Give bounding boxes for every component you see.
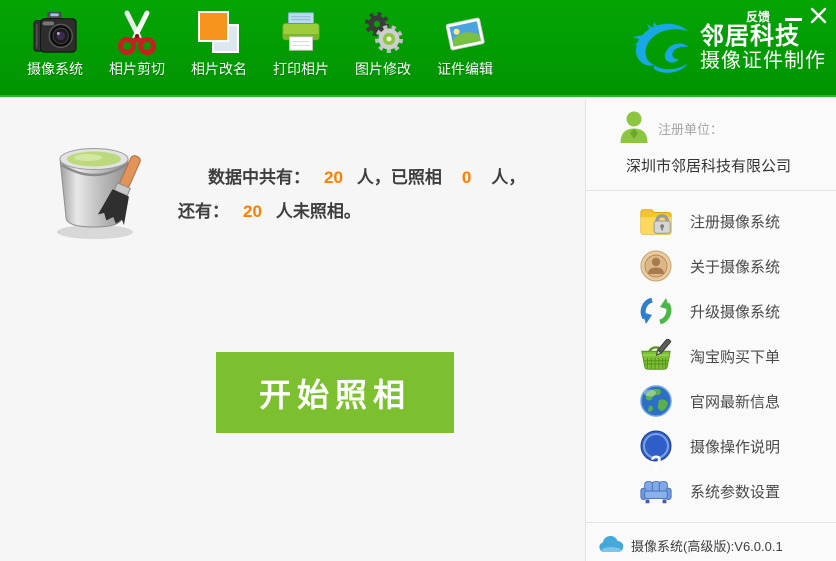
company-name: 深圳市邻居科技有限公司: [626, 155, 791, 176]
header-toolbar: 摄像系统 相片剪切: [0, 0, 836, 97]
brand: 邻居科技 摄像证件制作: [630, 18, 826, 78]
toolbar-item-label: 图片修改: [355, 59, 411, 79]
stats-remaining-count: 20: [243, 202, 262, 221]
start-photograph-button[interactable]: 开始照相: [216, 352, 454, 433]
sidebar-item-label: 注册摄像系统: [690, 211, 780, 232]
sidebar: 注册单位： 深圳市邻居科技有限公司 注册摄像系统: [585, 99, 836, 561]
cloud-icon: [598, 534, 624, 554]
version-text: 摄像系统(高级版):V6.0.0.1: [631, 536, 783, 555]
toolbar-item-print-photo[interactable]: 打印相片: [260, 6, 342, 94]
stats-seg5: 人未照相。: [276, 202, 361, 221]
sidebar-item-taobao-purchase[interactable]: 淘宝购买下单: [586, 334, 836, 379]
toolbar-item-photo-cut[interactable]: 相片剪切: [96, 6, 178, 94]
sidebar-divider: [586, 190, 836, 191]
main-panel: 数据中共有： 20 人，已照相 0 人， 还有： 20 人未照相。 开始照相: [0, 99, 585, 561]
sidebar-item-label: 升级摄像系统: [690, 301, 780, 322]
toolbar-item-label: 打印相片: [273, 59, 329, 79]
sidebar-item-about-system[interactable]: 关于摄像系统: [586, 244, 836, 289]
stats-photographed-count: 0: [462, 168, 471, 187]
shopping-basket-icon: [639, 339, 673, 373]
stats-seg3: 人，: [491, 168, 525, 187]
dragon-logo-icon: [630, 18, 694, 78]
sidebar-item-label: 系统参数设置: [690, 481, 780, 502]
sidebar-item-label: 摄像操作说明: [690, 436, 780, 457]
toolbar-item-label: 相片剪切: [109, 59, 165, 79]
sidebar-menu: 注册摄像系统 关于摄像系统: [586, 199, 836, 514]
user-icon: [619, 111, 649, 143]
sidebar-item-label: 关于摄像系统: [690, 256, 780, 277]
version-row: 摄像系统(高级版):V6.0.0.1: [586, 529, 836, 561]
globe-icon: [639, 384, 673, 418]
stats-message: 数据中共有： 20 人，已照相 0 人， 还有： 20 人未照相。: [178, 161, 573, 229]
toolbar-item-image-modify[interactable]: 图片修改: [342, 6, 424, 94]
toolbar-item-camera-system[interactable]: 摄像系统: [14, 6, 96, 94]
sidebar-item-operation-help[interactable]: ? 摄像操作说明: [586, 424, 836, 469]
registered-unit-label: 注册单位：: [658, 119, 723, 138]
toolbar-item-label: 相片改名: [191, 59, 247, 79]
brand-title: 邻居科技: [700, 23, 826, 51]
paint-bucket-icon: [48, 135, 152, 241]
sidebar-item-system-settings[interactable]: 系统参数设置: [586, 469, 836, 514]
toolbar-item-photo-rename[interactable]: 相片改名: [178, 6, 260, 94]
stats-seg2: 人，已照相: [357, 168, 442, 187]
folder-lock-icon: [639, 204, 673, 238]
scissors-icon: [114, 10, 160, 56]
rename-squares-icon: [196, 10, 242, 56]
gears-icon: [360, 10, 406, 56]
registered-unit-row: 注册单位：: [586, 109, 836, 149]
toolbar: 摄像系统 相片剪切: [14, 6, 506, 94]
brand-subtitle: 摄像证件制作: [700, 50, 826, 73]
help-icon: ?: [639, 429, 673, 463]
toolbar-item-label: 摄像系统: [27, 59, 83, 79]
toolbar-item-label: 证件编辑: [437, 59, 493, 79]
sidebar-item-upgrade-system[interactable]: 升级摄像系统: [586, 289, 836, 334]
sidebar-divider: [586, 522, 836, 523]
app-window: 摄像系统 相片剪切: [0, 0, 836, 561]
stats-seg4: 还有：: [178, 202, 229, 221]
refresh-arrows-icon: [639, 294, 673, 328]
stats-total-count: 20: [324, 168, 343, 187]
printer-icon: [278, 10, 324, 56]
sidebar-item-label: 淘宝购买下单: [690, 346, 780, 367]
sidebar-item-official-news[interactable]: 官网最新信息: [586, 379, 836, 424]
settings-sofa-icon: [639, 474, 673, 508]
about-person-icon: [639, 249, 673, 283]
sidebar-item-label: 官网最新信息: [690, 391, 780, 412]
sidebar-item-register-system[interactable]: 注册摄像系统: [586, 199, 836, 244]
toolbar-item-certificate-edit[interactable]: 证件编辑: [424, 6, 506, 94]
camera-icon: [32, 10, 78, 56]
photo-icon: [442, 10, 488, 56]
stats-seg1: 数据中共有：: [208, 168, 310, 187]
